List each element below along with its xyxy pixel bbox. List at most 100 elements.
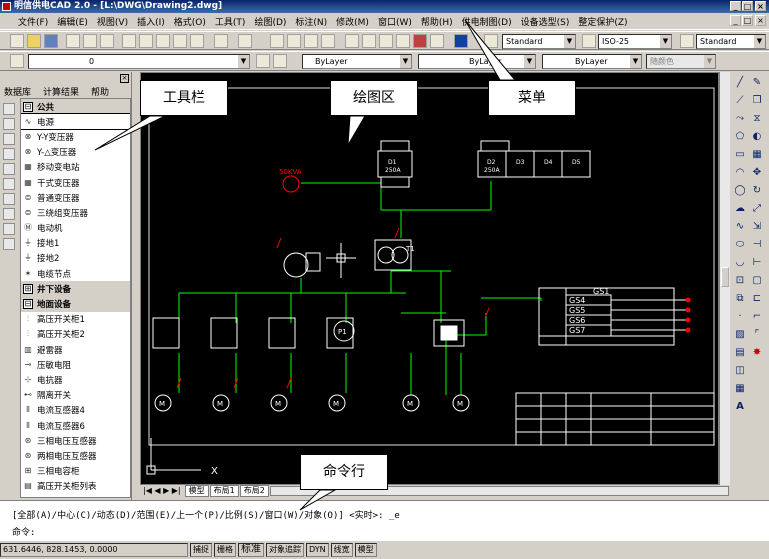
tab-calc-results[interactable]: 计算结果 <box>43 85 79 98</box>
side-tool-icon[interactable] <box>3 118 15 130</box>
tree-item[interactable]: ⊛ 三相电压互感器 <box>21 433 130 448</box>
tree-item[interactable]: ⊜ 三绕组变压器 <box>21 205 130 220</box>
doc-close-button[interactable]: × <box>755 15 766 26</box>
snap-toggle[interactable]: 捕捉 <box>190 543 212 557</box>
layer-previous-icon[interactable] <box>273 54 287 68</box>
side-tool-icon[interactable] <box>3 148 15 160</box>
tab-model[interactable]: 模型 <box>184 485 209 497</box>
open-icon[interactable] <box>27 34 41 48</box>
side-tool-icon[interactable] <box>3 178 15 190</box>
model-toggle[interactable]: 模型 <box>354 543 377 557</box>
tree-item[interactable]: ⊗ Y-Y变压器 <box>21 129 130 144</box>
menu-view[interactable]: 视图(V) <box>97 15 128 28</box>
tree-item[interactable]: ⊸ 压敏电阻 <box>21 357 130 372</box>
menu-format[interactable]: 格式(O) <box>174 15 206 28</box>
chamfer-icon[interactable]: ⌐ <box>750 310 764 324</box>
make-block-icon[interactable]: ⧉ <box>733 292 747 306</box>
construction-line-icon[interactable]: ⟋ <box>733 94 747 108</box>
menu-power-drawing[interactable]: 供电制图(D) <box>462 15 512 28</box>
new-icon[interactable] <box>10 34 24 48</box>
tree-item[interactable]: ⊛ 两相电压互感器 <box>21 448 130 463</box>
design-center-icon[interactable] <box>362 34 376 48</box>
copy-icon[interactable] <box>139 34 153 48</box>
close-button[interactable]: × <box>755 1 766 11</box>
preview-icon[interactable] <box>83 34 97 48</box>
tree-item[interactable]: ⏚ 接地2 <box>21 251 130 266</box>
pan-icon[interactable] <box>270 34 284 48</box>
tool-palette-icon[interactable] <box>379 34 393 48</box>
rotate-icon[interactable]: ↻ <box>750 184 764 198</box>
zoom-realtime-icon[interactable] <box>287 34 301 48</box>
tab-nav-first[interactable]: |◀ ◀ ▶ ▶| <box>140 486 184 496</box>
gradient-icon[interactable]: ▤ <box>733 346 747 360</box>
dim-style-select[interactable]: ISO-25 <box>598 34 672 49</box>
text-style-select[interactable]: Standard <box>502 34 576 49</box>
minimize-button[interactable]: _ <box>730 1 741 11</box>
scroll-thumb[interactable] <box>721 267 729 287</box>
lineweight-toggle[interactable]: 线宽 <box>330 543 353 557</box>
dyn-toggle[interactable]: DYN <box>306 543 329 557</box>
array-icon[interactable]: ▦ <box>750 148 764 162</box>
brush-icon[interactable] <box>190 34 204 48</box>
menu-equipment-select[interactable]: 设备选型(S) <box>521 15 570 28</box>
side-tool-icon[interactable] <box>3 133 15 145</box>
break-icon[interactable]: ▢ <box>750 274 764 288</box>
spline-icon[interactable]: ∿ <box>733 220 747 234</box>
tree-group[interactable]: ⊞ 井下设备 <box>21 281 130 297</box>
tree-item[interactable]: ⊗ Y-△变压器 <box>21 145 130 160</box>
menu-modify[interactable]: 修改(M) <box>336 15 369 28</box>
region-icon[interactable]: ◫ <box>733 364 747 378</box>
menu-edit[interactable]: 编辑(E) <box>57 15 88 28</box>
side-tool-icon[interactable] <box>3 103 15 115</box>
tree-item[interactable]: ⊜ 普通变压器 <box>21 190 130 205</box>
tree-item[interactable]: ⏚ 接地1 <box>21 236 130 251</box>
make-current-icon[interactable] <box>256 54 270 68</box>
extend-icon[interactable]: ⊢ <box>750 256 764 270</box>
menu-window[interactable]: 窗口(W) <box>378 15 412 28</box>
cut-icon[interactable] <box>122 34 136 48</box>
tree-item[interactable]: ⊞ 三相电容柜 <box>21 464 130 479</box>
side-tool-icon[interactable] <box>3 163 15 175</box>
polygon-icon[interactable]: ⬠ <box>733 130 747 144</box>
tree-group[interactable]: ⊟ 公共 <box>21 99 130 115</box>
panel-close-icon[interactable]: × <box>120 74 129 83</box>
sheet-set-icon[interactable] <box>396 34 410 48</box>
grid-toggle[interactable]: 栅格 <box>214 543 236 557</box>
tree-item[interactable]: ▦ 干式变压器 <box>21 175 130 190</box>
side-tool-icon[interactable] <box>3 238 15 250</box>
arc-icon[interactable]: ◠ <box>733 166 747 180</box>
tab-help[interactable]: 帮助 <box>91 85 109 98</box>
tree-item[interactable]: ✶ 电缆节点 <box>21 266 130 281</box>
trim-icon[interactable]: ⊣ <box>750 238 764 252</box>
doc-restore-button[interactable]: □ <box>742 15 753 26</box>
side-tool-icon[interactable] <box>3 223 15 235</box>
linetype-select[interactable]: ByLayer <box>418 54 536 69</box>
offset-icon[interactable]: ◐ <box>750 130 764 144</box>
polyline-icon[interactable]: ⤳ <box>733 112 747 126</box>
mirror-icon[interactable]: ⧖ <box>750 112 764 126</box>
menu-tools[interactable]: 工具(T) <box>215 15 246 28</box>
drawing-area[interactable]: 50KVA D1 250A D2 250A D3 D4 D5 T1 P1 GS1… <box>140 72 719 485</box>
zoom-previous-icon[interactable] <box>321 34 335 48</box>
ellipse-arc-icon[interactable]: ◡ <box>733 256 747 270</box>
layer-manager-icon[interactable] <box>10 54 24 68</box>
side-tool-icon[interactable] <box>3 208 15 220</box>
maximize-button[interactable]: □ <box>742 1 753 11</box>
match-prop-icon[interactable] <box>173 34 187 48</box>
tree-item[interactable]: ⫶ 高压开关柜1 <box>21 312 130 327</box>
menu-insert[interactable]: 插入(I) <box>137 15 165 28</box>
vertical-scrollbar[interactable] <box>719 72 730 485</box>
fillet-icon[interactable]: ⌜ <box>750 328 764 342</box>
calculator-icon[interactable] <box>430 34 444 48</box>
explode-icon[interactable]: ✸ <box>750 346 764 360</box>
side-tool-icon[interactable] <box>3 193 15 205</box>
object-track-toggle[interactable]: 对象追踪 <box>266 543 304 557</box>
menu-file[interactable]: 文件(F) <box>18 15 48 28</box>
table-icon[interactable]: ▦ <box>733 382 747 396</box>
stretch-icon[interactable]: ⇲ <box>750 220 764 234</box>
expand-toggle-icon[interactable]: ⊟ <box>23 299 33 310</box>
tree-item[interactable]: Ⓜ 电动机 <box>21 221 130 236</box>
mtext-icon[interactable]: A <box>733 400 747 414</box>
menu-help[interactable]: 帮助(H) <box>421 15 453 28</box>
expand-toggle-icon[interactable]: ⊟ <box>23 101 33 112</box>
